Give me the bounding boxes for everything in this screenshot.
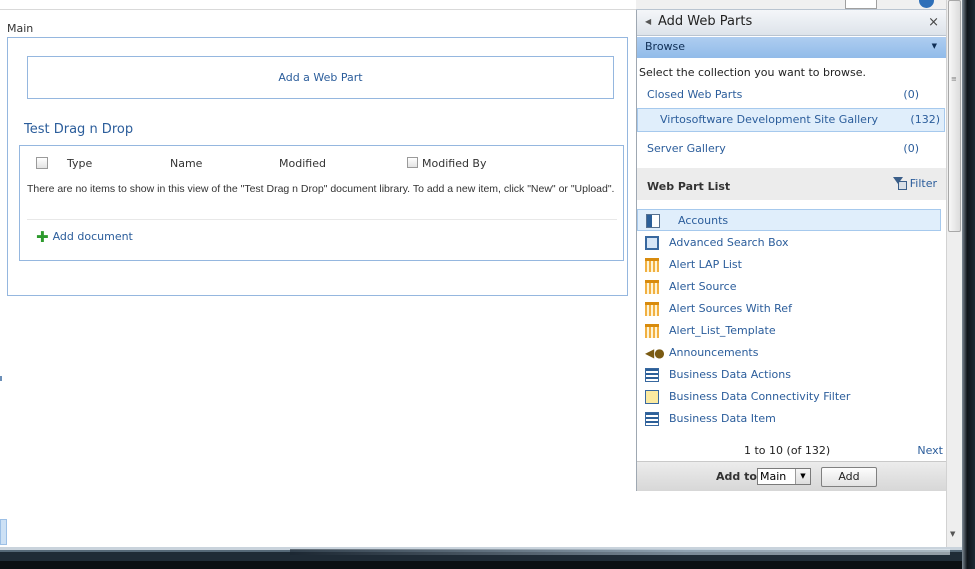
zone-select-value: Main [760,470,787,483]
chevron-down-icon: ▼ [795,469,810,484]
collection-closed-web-parts[interactable]: Closed Web Parts (0) [637,84,945,106]
filter-button[interactable]: Filter [892,177,937,190]
web-part-item[interactable]: Alert LAP List [637,254,941,276]
web-part-label: Accounts [678,214,729,227]
collection-name: Server Gallery [647,142,726,155]
empty-library-message: There are no items to show in this view … [27,183,615,195]
add-web-parts-pane: ◀ Add Web Parts × Browse ▼ Select the co… [636,10,947,491]
collection-name: Closed Web Parts [647,88,743,101]
collection-count: (0) [903,88,919,101]
add-to-bar: Add to: Main ▼ Add [637,461,947,491]
collection-count: (132) [910,113,940,126]
web-part-item[interactable]: Business Data Connectivity Filter [637,386,941,408]
chevron-down-icon: ▼ [931,42,937,50]
web-part-label: Business Data Item [669,412,776,425]
vertical-scrollbar[interactable]: ≡ ▼ [946,0,962,547]
top-toolbar-edge [636,0,946,10]
web-part-label: Alert Sources With Ref [669,302,792,315]
web-part-label: Alert_List_Template [669,324,776,337]
web-part-item[interactable]: ◀● Announcements [637,342,941,364]
scrollbar-thumb[interactable] [948,0,961,232]
web-part-label: Business Data Connectivity Filter [669,390,851,403]
divider [27,219,617,220]
web-part-item[interactable]: Business Data Actions [637,364,941,386]
grip-icon: ≡ [951,75,957,83]
add-document-link[interactable]: ✚ Add document [36,227,133,246]
close-icon[interactable]: × [928,15,939,30]
add-web-part-link[interactable]: Add a Web Part [27,56,614,99]
column-name[interactable]: Name [170,157,202,170]
pane-header: ◀ Add Web Parts × [637,10,947,36]
web-part-label: Announcements [669,346,759,359]
add-button[interactable]: Add [821,467,877,487]
browse-dropdown[interactable]: Browse ▼ [637,37,947,58]
web-part-item[interactable]: Advanced Search Box [637,232,941,254]
web-part-item[interactable]: Business Data Item [637,408,941,430]
add-to-label: Add to: [716,470,762,483]
library-column-headers: Type Name Modified Modified By [36,157,616,173]
collection-name: Virtosoftware Development Site Gallery [660,113,878,126]
search-box-edge[interactable] [845,0,877,9]
window-frame-highlight [290,549,950,555]
scroll-down-icon[interactable]: ▼ [950,530,955,538]
filter-data-icon [645,390,659,404]
plus-icon: ✚ [36,227,49,246]
megaphone-icon: ◀● [645,346,665,360]
collection-count: (0) [903,142,919,155]
search-box-icon [645,236,659,250]
web-part-item[interactable]: Alert Source [637,276,941,298]
zone-label: Main [7,22,34,35]
zone-select[interactable]: Main ▼ [757,468,811,485]
left-edge-marker [0,376,2,381]
column-type[interactable]: Type [67,157,92,170]
business-data-icon [645,412,659,426]
window-frame-right [962,0,975,569]
column-modified-by[interactable]: Modified By [422,157,487,170]
web-part-label: Alert LAP List [669,258,742,271]
web-part-title[interactable]: Test Drag n Drop [24,122,133,137]
pager-range: 1 to 10 (of 132) [744,444,831,457]
add-document-label: Add document [52,230,133,243]
business-data-icon [645,368,659,382]
list-icon [645,324,659,338]
collection-server-gallery[interactable]: Server Gallery (0) [637,138,945,160]
pane-title: Add Web Parts [658,14,753,29]
web-part-label: Advanced Search Box [669,236,789,249]
contact-card-icon [646,214,660,228]
web-part-item[interactable]: Accounts [637,209,941,231]
web-part-item[interactable]: Alert_List_Template [637,320,941,342]
web-part-item[interactable]: Alert Sources With Ref [637,298,941,320]
browse-label: Browse [645,40,686,53]
ribbon-edge [0,0,636,10]
web-part-list-header: Web Part List Filter [637,168,947,200]
web-part-label: Business Data Actions [669,368,791,381]
web-part-list-title: Web Part List [647,180,731,193]
pager: 1 to 10 (of 132) Next [637,440,947,462]
filter-label: Filter [909,177,937,190]
filter-icon [892,177,907,190]
list-icon [645,302,659,316]
web-part-label: Alert Source [669,280,737,293]
back-arrow-icon[interactable]: ◀ [645,17,651,26]
left-panel-handle[interactable] [0,519,7,545]
column-modified[interactable]: Modified [279,157,326,170]
next-page-link[interactable]: Next [917,444,943,457]
list-icon [645,280,659,294]
collection-prompt: Select the collection you want to browse… [639,66,867,79]
collection-site-gallery[interactable]: Virtosoftware Development Site Gallery (… [637,108,945,132]
list-icon [645,258,659,272]
